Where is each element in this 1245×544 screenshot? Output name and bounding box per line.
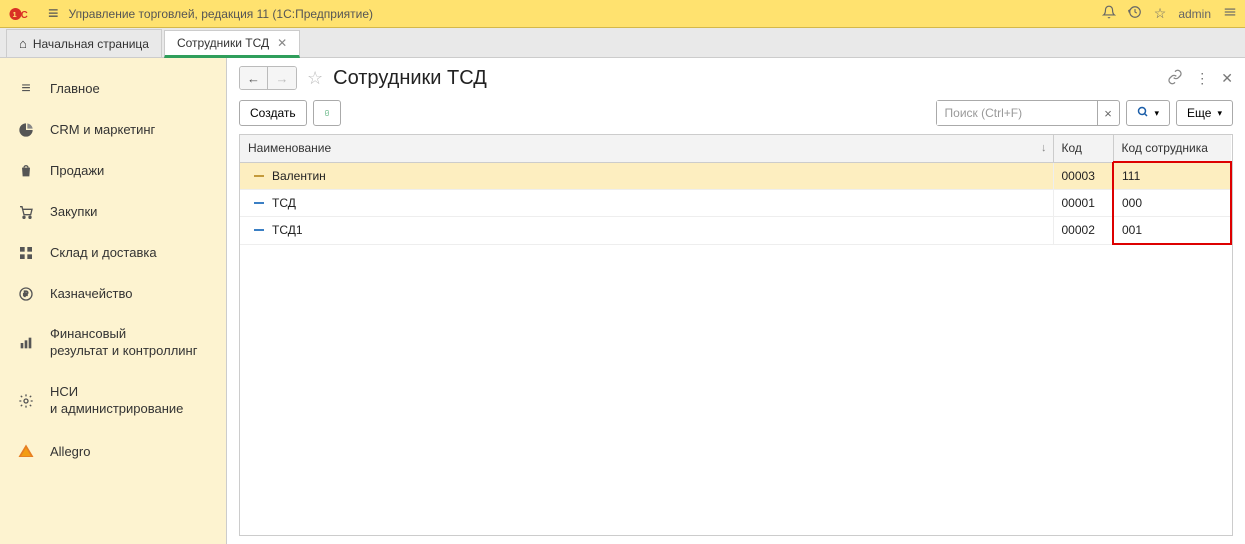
history-icon[interactable] [1128, 5, 1142, 22]
title-bar: 1С ≡ Управление торговлей, редакция 11 (… [0, 0, 1245, 28]
gear-icon [16, 393, 36, 409]
sidebar-item-treasury[interactable]: ₽ Казначейство [0, 274, 226, 315]
search-box: × [936, 100, 1120, 126]
sidebar-item-crm[interactable]: CRM и маркетинг [0, 110, 226, 151]
sidebar: ≡ Главное CRM и маркетинг Продажи Закупк… [0, 58, 227, 544]
cell-emp-code: 000 [1113, 190, 1231, 217]
toolbar: Создать × ▾ Еще ▾ [239, 100, 1233, 126]
table-row[interactable]: ТСД00001000 [240, 190, 1231, 217]
tabs-bar: ⌂ Начальная страница Сотрудники ТСД ✕ [0, 28, 1245, 58]
nav-buttons: ← → [239, 66, 297, 90]
sidebar-item-main[interactable]: ≡ Главное [0, 68, 226, 110]
nav-forward-button[interactable]: → [268, 67, 296, 89]
row-marker-icon [254, 202, 264, 204]
sidebar-item-label: Финансовый результат и контроллинг [50, 326, 197, 360]
tab-employees[interactable]: Сотрудники ТСД ✕ [164, 30, 300, 58]
page-title: Сотрудники ТСД [333, 67, 1157, 90]
table-row[interactable]: ТСД100002001 [240, 217, 1231, 245]
cart-icon [16, 204, 36, 220]
table-container: Наименование ↓ Код Код сотрудника Валент… [239, 134, 1233, 536]
cell-name: Валентин [240, 162, 1053, 190]
logo-1c: 1С [8, 6, 38, 22]
sort-asc-icon: ↓ [1041, 142, 1047, 154]
bag-icon [16, 163, 36, 179]
search-clear-icon[interactable]: × [1097, 101, 1119, 125]
svg-text:₽: ₽ [23, 290, 28, 299]
page-header: ← → ☆ Сотрудники ТСД ⋮ ✕ [239, 66, 1233, 90]
sidebar-item-allegro[interactable]: Allegro [0, 430, 226, 474]
magnifier-icon [1137, 106, 1149, 121]
sidebar-item-label: Продажи [50, 163, 104, 180]
create-button-label: Создать [250, 106, 296, 120]
caret-down-icon: ▾ [1155, 108, 1160, 119]
ruble-icon: ₽ [16, 286, 36, 302]
tab-home[interactable]: ⌂ Начальная страница [6, 29, 162, 57]
row-marker-icon [254, 229, 264, 231]
sidebar-item-label: Закупки [50, 204, 97, 221]
cell-name: ТСД1 [240, 217, 1053, 245]
sidebar-item-nsi[interactable]: НСИ и администрирование [0, 372, 226, 430]
cell-name: ТСД [240, 190, 1053, 217]
title-bar-right: ☆ admin [1102, 5, 1237, 22]
svg-text:С: С [21, 9, 28, 20]
cell-code: 00001 [1053, 190, 1113, 217]
bell-icon[interactable] [1102, 5, 1116, 22]
cell-emp-code: 111 [1113, 162, 1231, 190]
table-header-name[interactable]: Наименование ↓ [240, 135, 1053, 162]
search-button[interactable]: ▾ [1126, 100, 1171, 126]
more-button-label: Еще [1187, 106, 1211, 120]
sidebar-item-label: Главное [50, 81, 100, 98]
tab-employees-label: Сотрудники ТСД [177, 36, 269, 50]
refresh-button[interactable] [313, 100, 341, 126]
chart-icon [16, 335, 36, 351]
sidebar-item-finance[interactable]: Финансовый результат и контроллинг [0, 314, 226, 372]
table-header-emp-code[interactable]: Код сотрудника [1113, 135, 1231, 162]
cell-emp-code: 001 [1113, 217, 1231, 245]
row-marker-icon [254, 175, 264, 177]
pie-icon [16, 122, 36, 138]
settings-bars-icon[interactable] [1223, 5, 1237, 22]
employees-table: Наименование ↓ Код Код сотрудника Валент… [240, 135, 1232, 245]
star-icon[interactable]: ☆ [1154, 5, 1167, 22]
grid-icon [16, 245, 36, 261]
page-header-right: ⋮ ✕ [1167, 69, 1233, 88]
menu-icon[interactable]: ≡ [48, 3, 59, 24]
sidebar-item-purchases[interactable]: Закупки [0, 192, 226, 233]
sidebar-item-label: Allegro [50, 444, 90, 461]
close-icon[interactable]: ✕ [277, 36, 287, 50]
home-icon: ⌂ [19, 36, 27, 51]
kebab-icon[interactable]: ⋮ [1195, 70, 1209, 87]
list-icon: ≡ [16, 80, 36, 98]
more-button[interactable]: Еще ▾ [1176, 100, 1233, 126]
sidebar-item-label: НСИ и администрирование [50, 384, 183, 418]
caret-down-icon: ▾ [1217, 108, 1222, 119]
sidebar-item-sales[interactable]: Продажи [0, 151, 226, 192]
sidebar-item-label: Казначейство [50, 286, 132, 303]
sidebar-item-label: Склад и доставка [50, 245, 157, 262]
cell-code: 00002 [1053, 217, 1113, 245]
close-panel-icon[interactable]: ✕ [1221, 70, 1233, 87]
sidebar-item-label: CRM и маркетинг [50, 122, 155, 139]
link-icon[interactable] [1167, 69, 1183, 88]
nav-back-button[interactable]: ← [240, 67, 268, 89]
svg-text:1: 1 [13, 10, 17, 19]
user-name[interactable]: admin [1178, 7, 1211, 21]
main-area: ≡ Главное CRM и маркетинг Продажи Закупк… [0, 58, 1245, 544]
allegro-icon [16, 442, 36, 462]
tab-home-label: Начальная страница [33, 37, 149, 51]
table-header-code[interactable]: Код [1053, 135, 1113, 162]
cell-code: 00003 [1053, 162, 1113, 190]
search-input[interactable] [937, 101, 1097, 125]
table-row[interactable]: Валентин00003111 [240, 162, 1231, 190]
sidebar-item-warehouse[interactable]: Склад и доставка [0, 233, 226, 274]
favorite-star-icon[interactable]: ☆ [307, 68, 323, 89]
create-button[interactable]: Создать [239, 100, 307, 126]
app-title: Управление торговлей, редакция 11 (1С:Пр… [69, 7, 1092, 21]
content-area: ← → ☆ Сотрудники ТСД ⋮ ✕ Создать [227, 58, 1245, 544]
